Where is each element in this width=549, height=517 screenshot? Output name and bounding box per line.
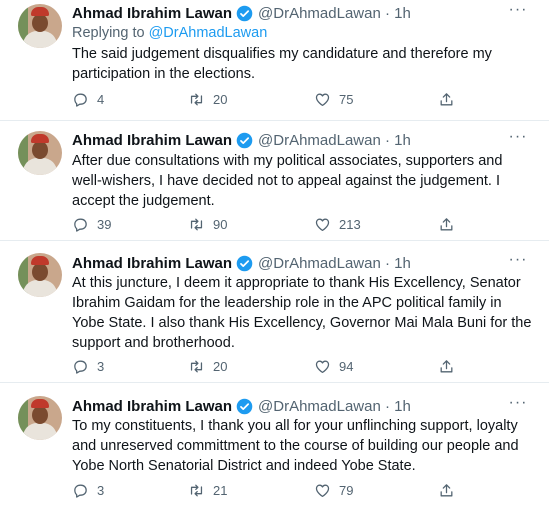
more-options-icon[interactable]: ··· [507,129,529,151]
reply-button[interactable]: 3 [72,358,104,375]
tweet-actions: 4 20 75 [72,91,482,111]
tweet-text: The said judgement disqualifies my candi… [72,46,492,82]
more-options-icon[interactable]: ··· [507,2,529,24]
tweet-actions: 3 20 94 [72,358,482,378]
like-count: 213 [339,217,361,232]
tweet-text: To my constituents, I thank you all for … [72,418,519,474]
tweet-actions: 3 21 79 [72,482,482,502]
more-options-icon[interactable]: ··· [507,252,529,274]
tweet-text: After due consultations with my politica… [72,153,503,209]
reply-count: 39 [97,217,112,232]
heart-icon [315,484,330,498]
heart-icon [315,360,330,374]
tweet-text: At this juncture, I deem it appropriate … [72,275,532,351]
retweet-icon [190,360,203,373]
retweet-icon [190,484,203,497]
heart-icon [315,218,330,232]
tweet[interactable]: Ahmad Ibrahim Lawan @DrAhmadLawan · 1h ·… [0,0,549,121]
share-icon [440,218,453,231]
heart-icon [315,93,330,107]
author-name[interactable]: Ahmad Ibrahim Lawan [72,5,232,22]
tweet[interactable]: Ahmad Ibrahim Lawan @DrAhmadLawan · 1h ·… [0,241,549,383]
share-button[interactable] [438,91,463,108]
like-button[interactable]: 75 [314,91,353,108]
reply-icon [74,218,87,232]
tweet-thread: Ahmad Ibrahim Lawan @DrAhmadLawan · 1h ·… [0,0,549,517]
like-button[interactable]: 79 [314,482,353,499]
like-button[interactable]: 94 [314,358,353,375]
author-name[interactable]: Ahmad Ibrahim Lawan [72,398,232,415]
reply-count: 3 [97,483,105,498]
more-options-icon[interactable]: ··· [507,395,529,417]
retweet-button[interactable]: 90 [188,216,227,233]
author-name[interactable]: Ahmad Ibrahim Lawan [72,132,232,149]
share-button[interactable] [438,482,463,499]
tweet-header: Ahmad Ibrahim Lawan @DrAhmadLawan · 1h [72,253,411,273]
retweet-icon [190,93,203,106]
replying-to-link[interactable]: @DrAhmadLawan [149,25,268,41]
avatar[interactable] [18,396,62,440]
tweet-actions: 39 90 213 [72,216,482,236]
retweet-count: 20 [213,359,228,374]
retweet-count: 90 [213,217,228,232]
tweet-header: Ahmad Ibrahim Lawan @DrAhmadLawan · 1h [72,3,411,23]
share-icon [440,360,453,373]
verified-badge-icon [236,398,253,414]
tweet[interactable]: Ahmad Ibrahim Lawan @DrAhmadLawan · 1h ·… [0,121,549,241]
reply-icon [74,360,87,374]
author-handle[interactable]: @DrAhmadLawan · 1h [258,5,411,22]
author-handle[interactable]: @DrAhmadLawan · 1h [258,132,411,149]
reply-button[interactable]: 39 [72,216,111,233]
avatar[interactable] [18,253,62,297]
retweet-button[interactable]: 21 [188,482,227,499]
author-name[interactable]: Ahmad Ibrahim Lawan [72,255,232,272]
retweet-button[interactable]: 20 [188,91,227,108]
verified-badge-icon [236,255,253,271]
like-count: 75 [339,92,354,107]
retweet-button[interactable]: 20 [188,358,227,375]
like-count: 79 [339,483,354,498]
retweet-count: 21 [213,483,228,498]
tweet[interactable]: Ahmad Ibrahim Lawan @DrAhmadLawan · 1h ·… [0,383,549,517]
retweet-icon [190,218,203,231]
reply-button[interactable]: 3 [72,482,104,499]
reply-button[interactable]: 4 [72,91,104,108]
retweet-count: 20 [213,92,228,107]
share-icon [440,93,453,106]
replying-to-label: Replying to [72,25,149,41]
reply-icon [74,484,87,498]
share-icon [440,484,453,497]
replying-to: Replying to @DrAhmadLawan [72,25,267,41]
reply-count: 3 [97,359,105,374]
like-count: 94 [339,359,354,374]
share-button[interactable] [438,358,463,375]
verified-badge-icon [236,5,253,21]
like-button[interactable]: 213 [314,216,361,233]
reply-count: 4 [97,92,105,107]
reply-icon [74,93,87,107]
tweet-header: Ahmad Ibrahim Lawan @DrAhmadLawan · 1h [72,130,411,150]
tweet-header: Ahmad Ibrahim Lawan @DrAhmadLawan · 1h [72,396,411,416]
avatar[interactable] [18,131,62,175]
share-button[interactable] [438,216,463,233]
verified-badge-icon [236,132,253,148]
author-handle[interactable]: @DrAhmadLawan · 1h [258,255,411,272]
author-handle[interactable]: @DrAhmadLawan · 1h [258,398,411,415]
avatar[interactable] [18,4,62,48]
